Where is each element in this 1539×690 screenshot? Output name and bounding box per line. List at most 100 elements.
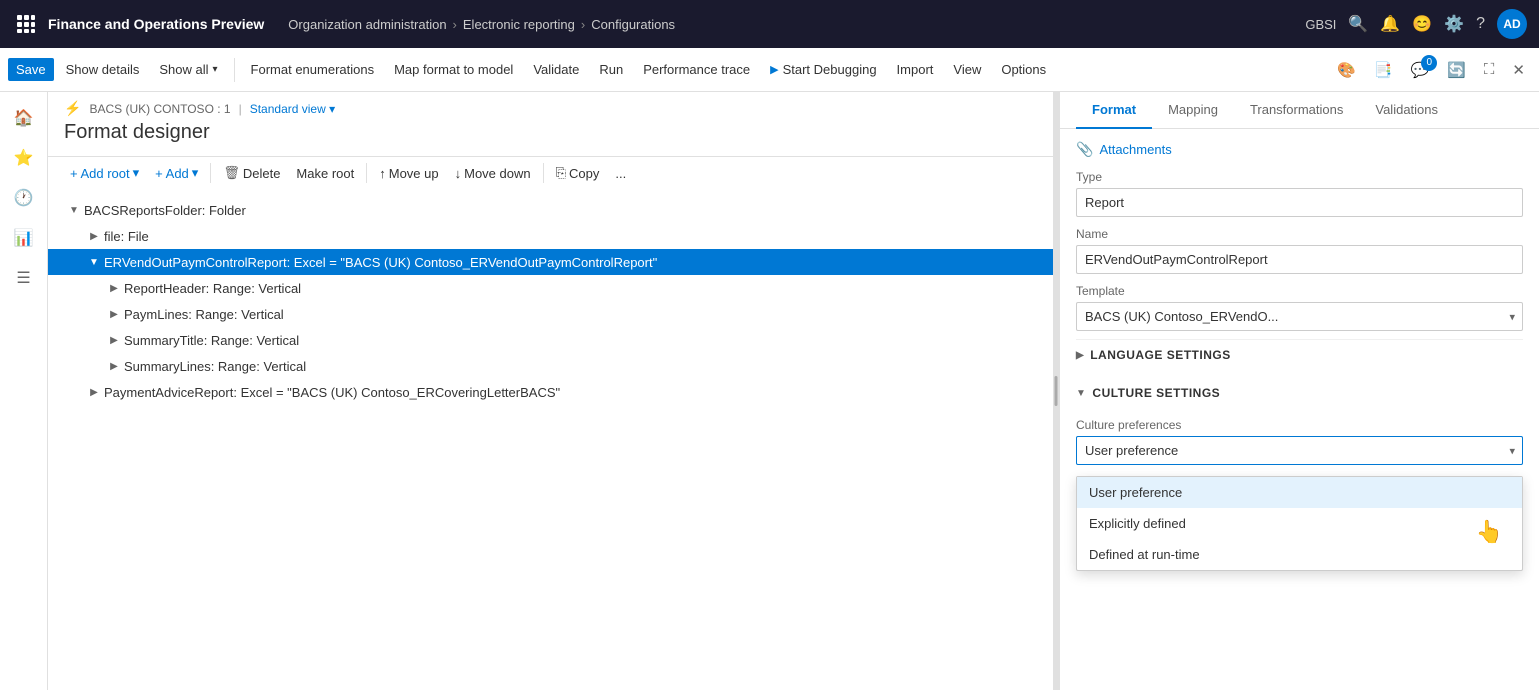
dropdown-option-user-preference[interactable]: User preference [1077,477,1522,508]
language-settings-section[interactable]: ▶ LANGUAGE SETTINGS [1076,339,1523,370]
culture-dropdown: User preference Explicitly defined Defin… [1076,476,1523,571]
tree-item[interactable]: ▼ERVendOutPaymControlReport: Excel = "BA… [48,249,1053,275]
more-button[interactable]: ... [609,162,632,185]
tree-toggle: ▶ [104,330,124,350]
dropdown-option-explicitly-defined[interactable]: Explicitly defined [1077,508,1522,539]
delete-icon: 🗑 [223,165,240,181]
tree-toggle: ▶ [104,356,124,376]
name-field: Name [1076,227,1523,274]
culture-toggle-icon: ▼ [1076,388,1086,399]
tree-label: BACSReportsFolder: Folder [84,203,246,218]
name-label: Name [1076,227,1523,241]
validate-button[interactable]: Validate [525,58,587,81]
chevron-icon-2: › [581,17,585,32]
panel-tab-validations[interactable]: Validations [1359,92,1454,129]
expand-icon[interactable]: ⛶ [1478,57,1501,82]
breadcrumb-er[interactable]: Electronic reporting [463,17,575,32]
tree-toggle: ▼ [84,252,104,272]
tree-toggle: ▶ [84,382,104,402]
bell-icon[interactable]: 🔔 [1380,14,1400,34]
template-label: Template [1076,284,1523,298]
language-toggle-icon: ▶ [1076,350,1084,361]
chevron-icon-1: › [453,17,457,32]
tree-item[interactable]: ▶file: File [48,223,1053,249]
refresh-icon[interactable]: 🔄 [1441,57,1472,83]
panel-tab-transformations[interactable]: Transformations [1234,92,1359,129]
palette-icon[interactable]: 🎨 [1331,57,1362,83]
breadcrumb: Organization administration › Electronic… [288,17,675,32]
template-select-wrapper: BACS (UK) Contoso_ERVendO... ▾ [1076,302,1523,331]
toolbar-sep-2 [366,163,367,183]
resize-handle[interactable] [1053,92,1059,690]
format-enumerations-button[interactable]: Format enumerations [243,58,383,81]
tree-item[interactable]: ▼BACSReportsFolder: Folder [48,197,1053,223]
add-caret: ▾ [192,165,199,181]
sidebar-list-icon[interactable]: ☰ [6,260,42,296]
page-title: Format designer [64,121,1037,144]
culture-preferences-field: Culture preferences User preference Expl… [1076,418,1523,465]
delete-button[interactable]: 🗑 Delete [217,161,286,185]
settings-icon[interactable]: ⚙️ [1444,14,1464,34]
grid-icon[interactable] [12,10,40,38]
move-down-button[interactable]: ↓ Move down [449,162,537,185]
copy-button[interactable]: ⎘ Copy [550,161,606,185]
template-select[interactable]: BACS (UK) Contoso_ERVendO... [1076,302,1523,331]
panel-tab-mapping[interactable]: Mapping [1152,92,1234,129]
run-button[interactable]: Run [591,58,631,81]
performance-trace-button[interactable]: Performance trace [635,58,758,81]
tree-area: ▼BACSReportsFolder: Folder▶file: File▼ER… [48,193,1053,690]
start-debugging-button[interactable]: ▶ Start Debugging [762,58,884,81]
show-all-button[interactable]: Show all ▾ [151,58,225,81]
type-input[interactable] [1076,188,1523,217]
top-nav: Finance and Operations Preview Organizat… [0,0,1539,48]
designer-toolbar: + Add root ▾ + Add ▾ 🗑 Delete Make root … [48,157,1053,193]
culture-select[interactable]: User preference Explicitly defined Defin… [1076,436,1523,465]
cmd-bar-right: 🎨 📑 💬 0 🔄 ⛶ ✕ [1331,57,1531,83]
smiley-icon[interactable]: 😊 [1412,14,1432,34]
breadcrumb-org[interactable]: Organization administration [288,17,446,32]
tree-toggle: ▶ [104,278,124,298]
sidebar-clock-icon[interactable]: 🕐 [6,180,42,216]
culture-preferences-label: Culture preferences [1076,418,1523,432]
panel-tab-format[interactable]: Format [1076,92,1152,129]
filter-icon[interactable]: ⚡ [64,100,81,117]
tree-item[interactable]: ▶SummaryLines: Range: Vertical [48,353,1053,379]
dropdown-option-defined-at-runtime[interactable]: Defined at run-time [1077,539,1522,570]
save-button[interactable]: Save [8,58,54,81]
bookmark-icon[interactable]: 📑 [1368,57,1399,83]
tree-item[interactable]: ▶SummaryTitle: Range: Vertical [48,327,1053,353]
tree-label: SummaryTitle: Range: Vertical [124,333,299,348]
culture-settings-section[interactable]: ▼ CULTURE SETTINGS [1076,378,1523,408]
user-code: GBSI [1305,17,1336,32]
show-details-button[interactable]: Show details [58,58,148,81]
search-icon[interactable]: 🔍 [1348,14,1368,34]
map-format-button[interactable]: Map format to model [386,58,521,81]
options-button[interactable]: Options [993,58,1054,81]
chat-badge: 0 [1421,55,1437,71]
culture-settings-label: CULTURE SETTINGS [1092,386,1220,400]
move-up-button[interactable]: ↑ Move up [373,162,444,185]
language-settings-label: LANGUAGE SETTINGS [1090,348,1231,362]
help-icon[interactable]: ? [1476,15,1485,33]
tree-label: file: File [104,229,149,244]
import-button[interactable]: Import [889,58,942,81]
panel-tabs: FormatMappingTransformationsValidations [1060,92,1539,129]
sidebar-star-icon[interactable]: ⭐ [6,140,42,176]
sidebar-home-icon[interactable]: 🏠 [6,100,42,136]
tree-item[interactable]: ▶PaymentAdviceReport: Excel = "BACS (UK)… [48,379,1053,405]
separator-1 [234,58,235,82]
attachments-button[interactable]: 📎 Attachments [1076,141,1172,158]
sidebar-table-icon[interactable]: 📊 [6,220,42,256]
breadcrumb-view-select[interactable]: Standard view ▾ [250,102,335,116]
move-down-icon: ↓ [455,166,462,181]
add-button[interactable]: + Add ▾ [149,161,204,185]
name-input[interactable] [1076,245,1523,274]
close-icon[interactable]: ✕ [1506,57,1531,83]
make-root-button[interactable]: Make root [290,162,360,185]
view-button[interactable]: View [945,58,989,81]
tree-item[interactable]: ▶ReportHeader: Range: Vertical [48,275,1053,301]
breadcrumb-config[interactable]: Configurations [591,17,675,32]
add-root-button[interactable]: + Add root ▾ [64,161,145,185]
tree-item[interactable]: ▶PaymLines: Range: Vertical [48,301,1053,327]
avatar[interactable]: AD [1497,9,1527,39]
